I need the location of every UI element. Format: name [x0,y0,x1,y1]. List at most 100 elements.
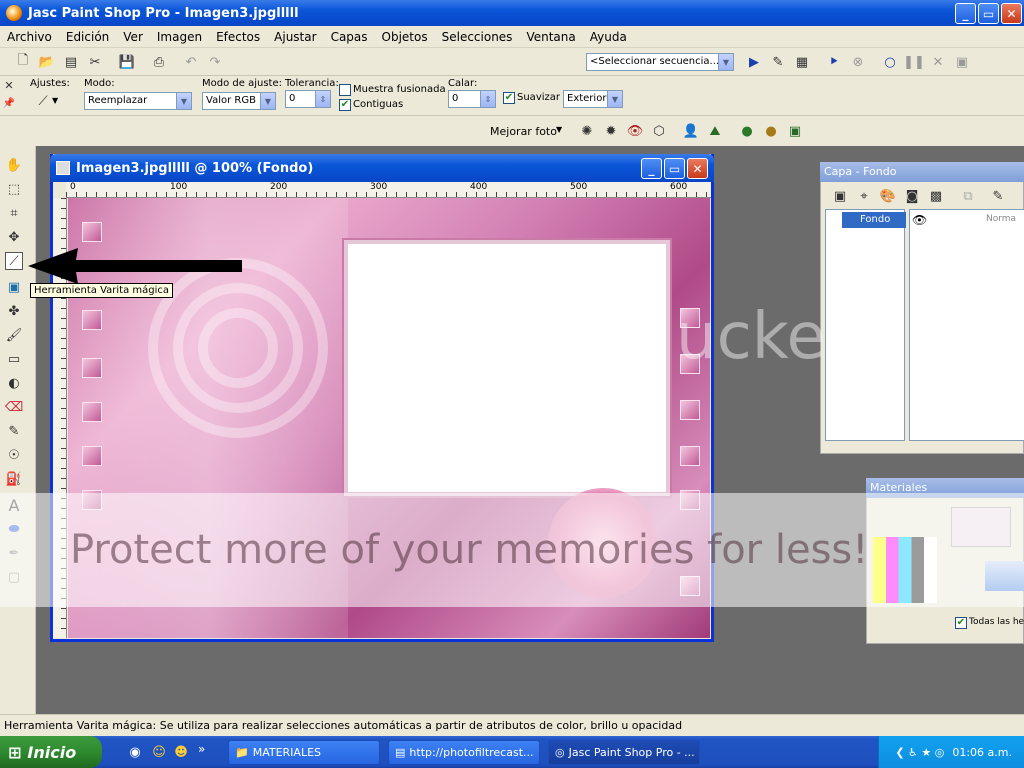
menu-ajustar[interactable]: Ajustar [267,30,323,44]
print-icon[interactable]: ⎙ [150,53,168,71]
one-step-fix-icon[interactable]: ✺ [578,122,596,140]
enhance-photo-button[interactable]: Mejorar foto [490,125,557,138]
landscape-icon[interactable]: ⛰ [706,122,724,140]
all-tools-checkbox[interactable]: ✔ [955,617,967,629]
chevron-right-icon[interactable]: » [198,742,205,756]
scissors-icon[interactable]: ✂ [86,53,104,71]
crop-icon[interactable]: ⌗ [5,204,23,222]
person-green-icon[interactable]: ● [738,122,756,140]
undo-icon[interactable]: ↶ [182,53,200,71]
eraser-icon[interactable]: ⌫ [5,398,23,416]
match-mode-select[interactable]: Valor RGB ▼ [202,92,276,110]
brush-icon[interactable]: 🖌 [5,326,23,344]
arrow-shape [28,248,242,284]
brush-layer-icon[interactable]: ✎ [989,187,1007,205]
pan-hand-icon[interactable]: ✋ [5,156,23,174]
menu-ayuda[interactable]: Ayuda [583,30,634,44]
script-edit-icon[interactable]: ✎ [769,53,787,71]
stop-script-icon[interactable]: ⊗ [849,53,867,71]
watermark-text: Protect more of your memories for less! [70,527,869,573]
new-file-icon[interactable]: 🗋 [14,53,32,71]
new-adjustment-layer-icon[interactable]: ▩ [927,187,945,205]
blend-mode[interactable]: Norma [986,214,1016,224]
image-window-title-bar: Imagen3.jpglllll @ 100% (Fondo) [50,154,714,182]
quicklaunch-browser-icon[interactable]: ◉ [126,743,144,761]
person-orange-icon[interactable]: ● [762,122,780,140]
record-icon[interactable]: ○ [881,53,899,71]
new-art-layer-icon[interactable]: 🎨 [879,187,897,205]
cube-icon[interactable]: ⬡ [650,122,668,140]
lighten-icon[interactable]: ◐ [5,374,23,392]
open-folder-icon[interactable]: 📂 [38,53,56,71]
tolerance-spinner[interactable]: 0 ⇕ [285,90,331,108]
menu-capas[interactable]: Capas [324,30,375,44]
menu-archivo[interactable]: Archivo [0,30,59,44]
task-materiales[interactable]: 📁 MATERIALES [228,740,380,765]
clone-icon[interactable]: ✤ [5,302,23,320]
menu-imagen[interactable]: Imagen [150,30,209,44]
menu-objetos[interactable]: Objetos [375,30,435,44]
menu-efectos[interactable]: Efectos [209,30,267,44]
antialias-select[interactable]: Exterior ▼ [563,90,623,108]
duplicate-layer-icon[interactable]: ⧉ [959,187,977,205]
dropper-icon[interactable]: ▣ [5,278,23,296]
menu-ver[interactable]: Ver [116,30,150,44]
image-window-title: Imagen3.jpglllll @ 100% (Fondo) [76,160,314,176]
script-sequence-select[interactable]: <Seleccionar secuencia... ▼ [586,53,734,71]
image-minimize-button[interactable]: _ [641,158,662,179]
cancel-icon[interactable]: ✕ [929,53,947,71]
layer-row-fondo[interactable]: Fondo [842,212,906,228]
spinner-arrows-icon: ⇕ [480,91,495,107]
browse-icon[interactable]: ▤ [62,53,80,71]
paint-bucket-icon[interactable]: ⛽ [5,470,23,488]
image-close-button[interactable]: ✕ [687,158,708,179]
red-eye-icon[interactable]: 👁 [626,122,644,140]
contiguous-checkbox[interactable]: ✔ [339,99,351,111]
chevron-down-icon: ▼ [607,91,622,107]
menu-edicion[interactable]: Edición [59,30,116,44]
quicklaunch-messenger-icon[interactable]: ☺ [150,743,168,761]
sample-merged-checkbox[interactable] [339,84,351,96]
eye-icon[interactable]: 👁 [912,213,927,227]
noise-removal-icon[interactable]: ✹ [602,122,620,140]
run-script-batch-icon[interactable]: ⯈ [825,53,843,71]
photo-frame-icon[interactable]: ▣ [786,122,804,140]
menu-selecciones[interactable]: Selecciones [435,30,520,44]
save-script-icon[interactable]: ▣ [953,53,971,71]
ruler-label: 300 [370,182,388,192]
antialias-checkbox[interactable]: ✔ [503,92,515,104]
minimize-button[interactable]: _ [955,3,976,24]
save-icon[interactable]: 💾 [118,53,136,71]
magic-wand-icon[interactable]: ⟋ [5,252,23,270]
script-record-toggle-icon[interactable]: ▦ [793,53,811,71]
start-button[interactable]: ⊞ Inicio [0,736,102,768]
retouch-icon[interactable]: ▭ [5,350,23,368]
tolerance-label: Tolerancia: [285,78,339,89]
pause-icon[interactable]: ❚❚ [903,53,925,71]
move-icon[interactable]: ✥ [5,228,23,246]
smudge-icon[interactable]: ✎ [5,422,23,440]
task-browser[interactable]: ▤ http://photofiltrecast... [388,740,540,765]
mode-select[interactable]: Reemplazar ▼ [84,92,192,110]
antialias-value: Exterior [567,93,607,104]
image-maximize-button[interactable]: ▭ [664,158,685,179]
presets-wand-icon[interactable]: ⟋ [34,92,52,110]
portrait-icon[interactable]: 👤 [682,122,700,140]
maximize-button[interactable]: ▭ [978,3,999,24]
selection-icon[interactable]: ⬚ [5,180,23,198]
system-tray: ❮ ♿ ★ ◎ 01:06 a.m. [878,736,1024,768]
close-button[interactable]: ✕ [1001,3,1022,24]
redo-icon[interactable]: ↷ [206,53,224,71]
new-raster-layer-icon[interactable]: ▣ [831,187,849,205]
task-paint-shop-pro[interactable]: ◎ Jasc Paint Shop Pro - ... [548,740,700,765]
quicklaunch-smiley-icon[interactable]: ☻ [172,743,190,761]
feather-spinner[interactable]: 0 ⇕ [448,90,496,108]
run-script-icon[interactable]: ▶ [745,53,763,71]
new-vector-layer-icon[interactable]: ⌖ [855,187,873,205]
close-palette-icon[interactable]: ✕ [0,76,18,94]
new-mask-layer-icon[interactable]: ◙ [903,187,921,205]
background-eraser-icon[interactable]: ☉ [5,446,23,464]
menu-ventana[interactable]: Ventana [519,30,582,44]
tray-icons[interactable]: ❮ ♿ ★ ◎ [895,746,944,759]
pin-icon[interactable]: 📌 [0,94,18,112]
